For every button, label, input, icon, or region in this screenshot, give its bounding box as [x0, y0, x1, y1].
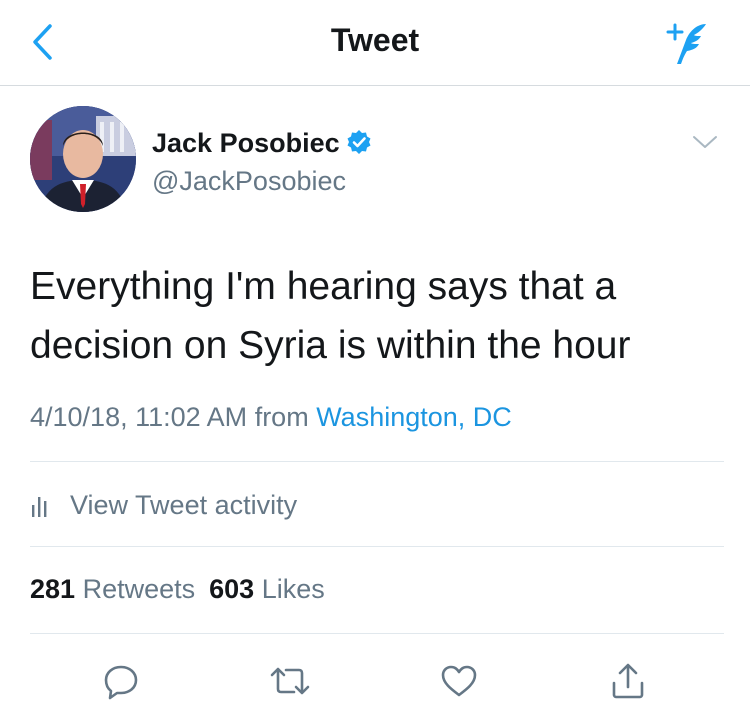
compose-tweet-icon	[666, 23, 706, 64]
divider	[30, 546, 724, 547]
navigation-bar: Tweet	[0, 0, 750, 86]
compose-tweet-button[interactable]	[660, 18, 710, 68]
author-handle[interactable]: @JackPosobiec	[152, 166, 346, 197]
tweet-stats: 281 Retweets 603 Likes	[30, 574, 325, 605]
reply-icon	[104, 665, 138, 700]
retweets-label: Retweets	[82, 574, 196, 604]
page-title: Tweet	[330, 22, 420, 58]
reply-button[interactable]	[96, 656, 146, 706]
tweet-location-link[interactable]: Washington, DC	[316, 402, 512, 432]
avatar[interactable]	[30, 106, 136, 212]
divider	[30, 461, 724, 462]
share-icon	[612, 663, 644, 699]
like-button[interactable]	[434, 656, 484, 706]
tweet-meta: 4/10/18, 11:02 AM from Washington, DC	[30, 402, 512, 433]
retweet-icon	[270, 667, 310, 695]
likes-label: Likes	[261, 574, 325, 604]
view-tweet-activity-button[interactable]: View Tweet activity	[30, 480, 297, 530]
chevron-down-icon[interactable]	[690, 130, 720, 154]
author-name-text: Jack Posobiec	[152, 128, 340, 158]
bar-chart-icon	[32, 497, 47, 517]
tweet-timestamp: 4/10/18, 11:02 AM	[30, 402, 248, 432]
share-button[interactable]	[603, 656, 653, 706]
likes-stat[interactable]: 603 Likes	[209, 574, 325, 604]
from-label: from	[254, 402, 309, 432]
likes-count: 603	[209, 574, 255, 604]
tweet-text: Everything I'm hearing says that a decis…	[30, 265, 631, 367]
author-name[interactable]: Jack Posobiec	[152, 128, 372, 159]
verified-badge-icon	[347, 130, 371, 154]
view-tweet-activity-label: View Tweet activity	[70, 489, 298, 520]
retweets-stat[interactable]: 281 Retweets	[30, 574, 195, 604]
like-icon	[441, 665, 477, 697]
retweet-button[interactable]	[265, 656, 315, 706]
tweet-author-header: Jack Posobiec @JackPosobiec	[30, 106, 720, 216]
tweet-action-bar	[0, 650, 750, 710]
retweets-count: 281	[30, 574, 76, 604]
avatar-photo	[30, 106, 136, 212]
divider	[30, 633, 724, 634]
